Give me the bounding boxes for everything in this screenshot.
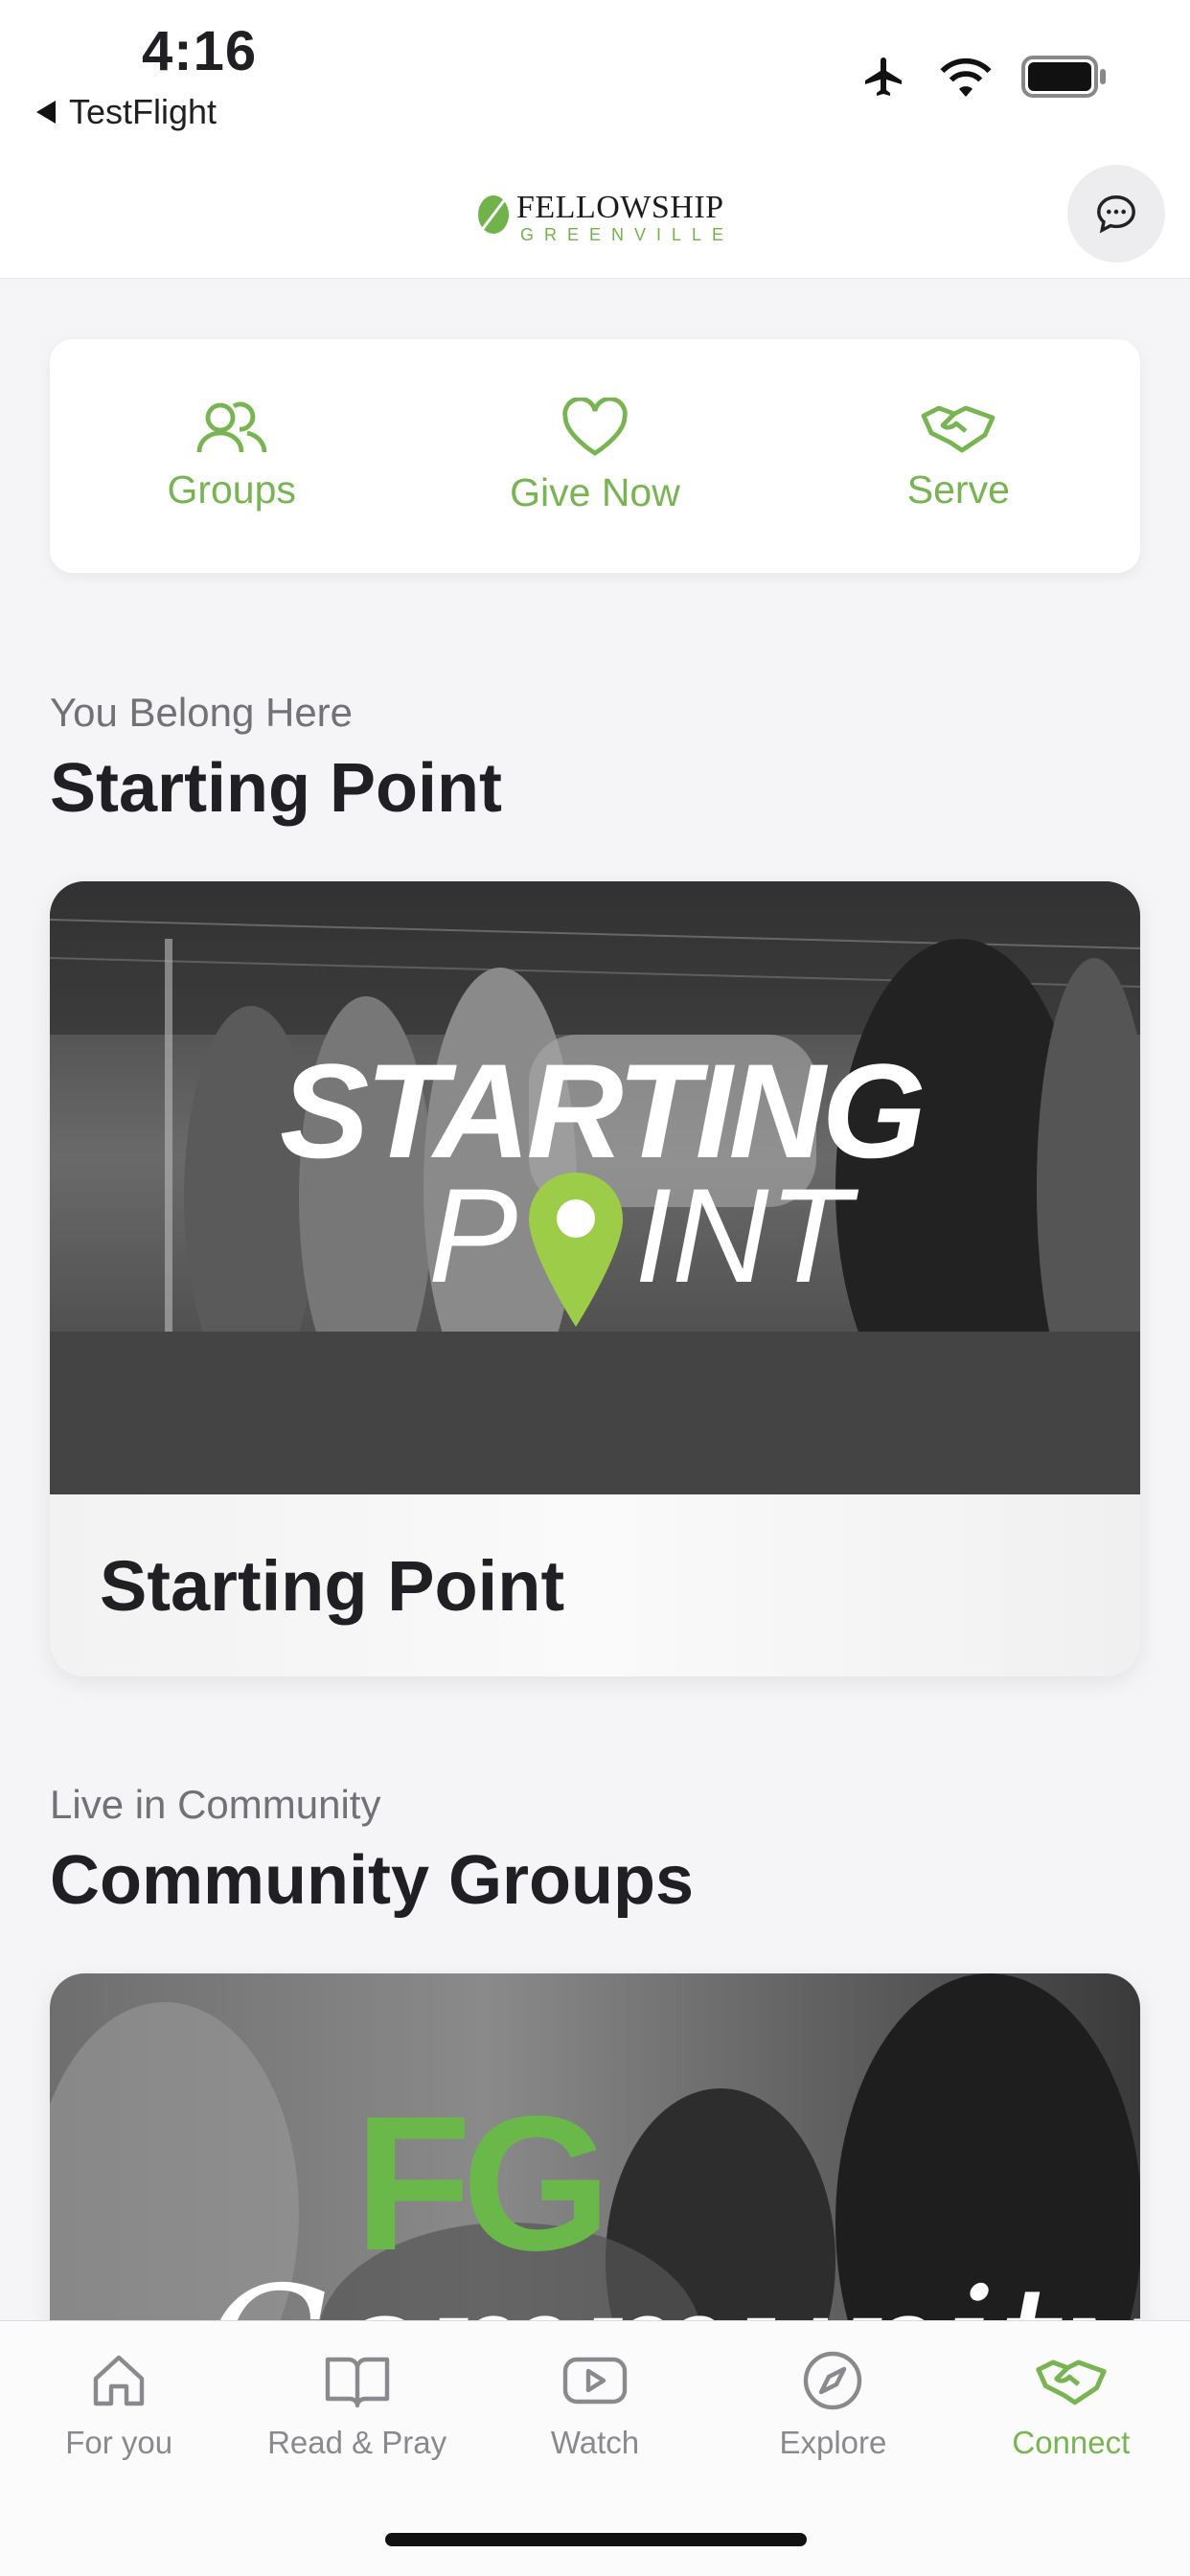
back-to-app-button[interactable]: TestFlight xyxy=(36,92,217,132)
handshake-icon xyxy=(921,405,995,452)
heart-icon xyxy=(562,397,628,456)
home-indicator[interactable] xyxy=(385,2533,807,2546)
battery-icon xyxy=(1021,56,1106,98)
book-icon xyxy=(325,2357,389,2408)
status-time: 4:16 xyxy=(142,20,258,82)
tab-label: Connect xyxy=(1012,2425,1131,2460)
tab-label: Explore xyxy=(779,2425,887,2460)
serve-label: Serve xyxy=(906,467,1010,512)
hero-letters-int: INT xyxy=(634,1160,851,1311)
groups-label: Groups xyxy=(167,467,296,512)
home-icon xyxy=(94,2355,145,2406)
brand-name: FELLOWSHIP xyxy=(516,190,724,225)
starting-hero-line2: P INT xyxy=(428,1169,851,1332)
quick-actions-card: Groups Give Now Serve xyxy=(50,339,1140,573)
messages-button[interactable] xyxy=(1067,165,1165,262)
give-now-label: Give Now xyxy=(510,469,680,514)
handshake-icon xyxy=(1036,2359,1107,2405)
tab-label: For you xyxy=(65,2425,173,2460)
section-eyebrow: Live in Community xyxy=(50,1782,381,1827)
section-title: Community Groups xyxy=(50,1842,695,1919)
app-header: FELLOWSHIP GREENVILLE xyxy=(0,153,1190,279)
tab-read-pray[interactable]: Read & Pray xyxy=(238,2321,475,2513)
back-arrow-icon xyxy=(36,101,56,124)
serve-button[interactable]: Serve xyxy=(777,339,1140,573)
section-title: Starting Point xyxy=(50,750,502,827)
tab-label: Read & Pray xyxy=(267,2425,447,2460)
airplane-icon xyxy=(865,57,902,96)
tab-connect[interactable]: Connect xyxy=(952,2321,1190,2513)
starting-point-card[interactable]: STARTING P INT Starting Point xyxy=(50,881,1140,1676)
fg-logo: FG xyxy=(355,2077,611,2291)
tab-label: Watch xyxy=(550,2425,640,2460)
tab-explore[interactable]: Explore xyxy=(714,2321,951,2513)
back-app-label: TestFlight xyxy=(69,92,217,131)
status-icons xyxy=(858,54,1108,100)
wifi-icon xyxy=(940,57,992,97)
starting-hero-line1: STARTING xyxy=(280,1036,927,1186)
status-bar: 4:16 TestFlight xyxy=(0,0,1190,153)
map-pin-icon xyxy=(529,1173,624,1327)
give-now-button[interactable]: Give Now xyxy=(413,339,776,573)
section-eyebrow: You Belong Here xyxy=(50,690,354,735)
chat-bubble-icon xyxy=(1097,195,1135,234)
groups-button[interactable]: Groups xyxy=(50,339,413,573)
tab-watch[interactable]: Watch xyxy=(476,2321,714,2513)
play-icon xyxy=(562,2357,628,2405)
groups-icon xyxy=(196,401,267,452)
starting-point-image: STARTING P INT xyxy=(50,881,1140,1494)
tab-for-you[interactable]: For you xyxy=(0,2321,238,2513)
brand-subtitle: GREENVILLE xyxy=(520,225,735,244)
fellowship-logo: FELLOWSHIP GREENVILLE xyxy=(474,180,723,247)
hero-letter-p: P xyxy=(428,1160,518,1311)
leaf-icon xyxy=(478,195,509,234)
compass-icon xyxy=(804,2351,862,2410)
starting-point-card-title: Starting Point xyxy=(50,1494,1140,1676)
